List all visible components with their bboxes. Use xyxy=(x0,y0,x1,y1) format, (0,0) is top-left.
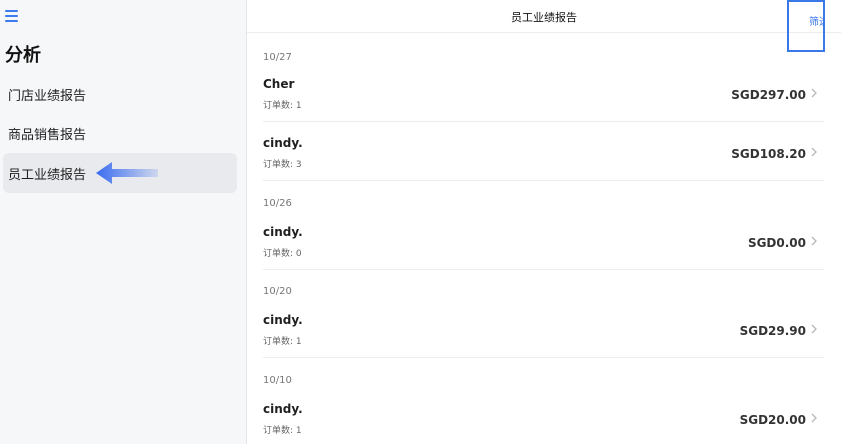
staff-name: cindy. xyxy=(263,136,303,150)
date-header: 10/26 xyxy=(263,198,292,209)
amount: SGD29.90 xyxy=(739,324,806,338)
sidebar-title: 分析 xyxy=(5,45,41,66)
sidebar-item-label: 员工业绩报告 xyxy=(8,167,87,183)
hamburger-menu-icon[interactable] xyxy=(5,10,18,22)
list-item[interactable]: Cher 订单数: 1 SGD297.00 xyxy=(263,63,824,122)
staff-name: Cher xyxy=(263,77,295,91)
page-title: 员工业绩报告 xyxy=(511,11,577,24)
date-header: 10/27 xyxy=(263,52,292,63)
filter-button[interactable]: 筛选 xyxy=(787,0,825,52)
chevron-right-icon xyxy=(811,413,817,423)
order-count: 订单数: 1 xyxy=(263,101,302,111)
order-count: 订单数: 3 xyxy=(263,160,302,170)
amount: SGD20.00 xyxy=(739,413,806,427)
order-count: 订单数: 1 xyxy=(263,337,302,347)
sidebar-item-label: 门店业绩报告 xyxy=(8,88,87,104)
order-count: 订单数: 0 xyxy=(263,249,302,259)
chevron-right-icon xyxy=(811,88,817,98)
chevron-right-icon xyxy=(811,324,817,334)
list-item[interactable]: cindy. 订单数: 3 SGD108.20 xyxy=(263,122,824,181)
order-count: 订单数: 1 xyxy=(263,426,302,436)
chevron-right-icon xyxy=(811,236,817,246)
staff-name: cindy. xyxy=(263,225,303,239)
date-header: 10/10 xyxy=(263,375,292,386)
staff-name: cindy. xyxy=(263,313,303,327)
date-header: 10/20 xyxy=(263,286,292,297)
staff-name: cindy. xyxy=(263,402,303,416)
sidebar-item-store-report[interactable]: 门店业绩报告 xyxy=(3,74,237,114)
sidebar-item-label: 商品销售报告 xyxy=(8,127,87,143)
amount: SGD0.00 xyxy=(747,236,806,250)
annotation-arrow-icon xyxy=(96,162,158,184)
amount: SGD108.20 xyxy=(731,147,806,161)
sidebar: 分析 门店业绩报告 商品销售报告 员工业绩报告 xyxy=(0,0,247,444)
sidebar-item-product-report[interactable]: 商品销售报告 xyxy=(3,113,237,153)
chevron-right-icon xyxy=(811,147,817,157)
header: 员工业绩报告 筛选 xyxy=(247,0,841,52)
list-item[interactable]: cindy. 订单数: 1 SGD20.00 xyxy=(263,388,824,446)
list-item[interactable]: cindy. 订单数: 1 SGD29.90 xyxy=(263,299,824,358)
amount: SGD297.00 xyxy=(731,88,806,102)
list-item[interactable]: cindy. 订单数: 0 SGD0.00 xyxy=(263,211,824,270)
